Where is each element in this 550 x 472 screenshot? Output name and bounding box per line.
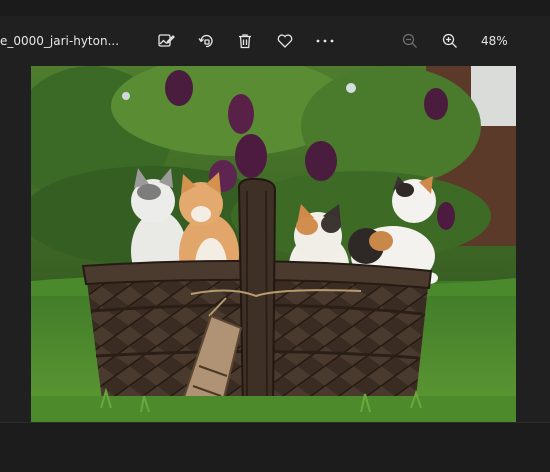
rotate-icon xyxy=(197,32,215,50)
more-icon xyxy=(315,32,335,50)
more-options-button[interactable] xyxy=(314,30,336,52)
filmstrip-bar xyxy=(0,422,550,472)
edit-image-button[interactable] xyxy=(155,30,177,52)
photos-app-window: e_0000_jari-hyton... 48% xyxy=(0,0,550,472)
title-bar-strip xyxy=(0,0,550,16)
favorite-icon xyxy=(276,32,294,50)
favorite-button[interactable] xyxy=(274,30,296,52)
zoom-in-icon xyxy=(441,32,459,50)
edit-image-icon xyxy=(157,32,175,50)
zoom-out-button[interactable] xyxy=(399,30,421,52)
zoom-out-icon xyxy=(401,32,419,50)
zoom-level-display[interactable]: 48% xyxy=(481,34,508,48)
photo[interactable] xyxy=(31,66,516,422)
delete-icon xyxy=(236,32,254,50)
zoom-in-button[interactable] xyxy=(439,30,461,52)
file-name: e_0000_jari-hyton... xyxy=(0,34,120,48)
toolbar: e_0000_jari-hyton... 48% xyxy=(0,16,550,66)
image-viewer xyxy=(0,66,550,422)
rotate-button[interactable] xyxy=(195,30,217,52)
delete-button[interactable] xyxy=(234,30,256,52)
